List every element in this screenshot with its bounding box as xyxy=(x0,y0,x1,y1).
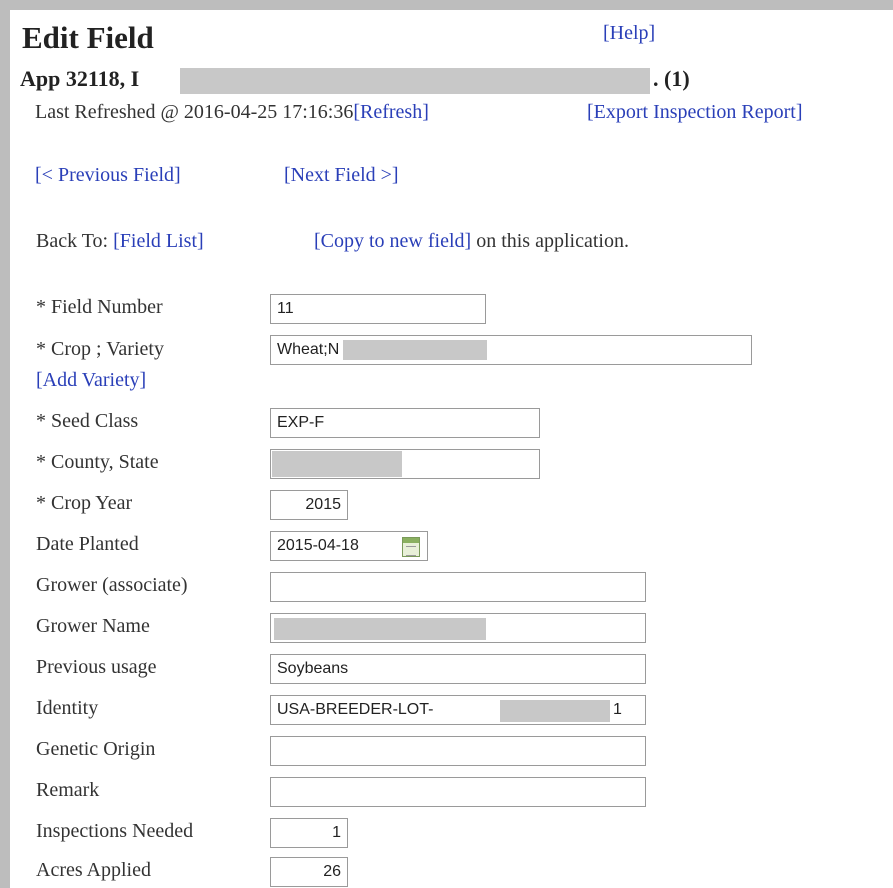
crop-variety-label: * Crop ; Variety xyxy=(36,338,164,360)
field-number-input[interactable]: 11 xyxy=(270,294,486,324)
export-inspection-report-link[interactable]: [Export Inspection Report] xyxy=(587,101,803,124)
seed-class-label: * Seed Class xyxy=(36,410,139,432)
grower-associate-label: Grower (associate) xyxy=(36,574,188,596)
county-state-label: * County, State xyxy=(36,451,159,473)
genetic-origin-input[interactable] xyxy=(270,736,646,766)
crop-variety-value: Wheat;N xyxy=(277,341,340,358)
identity-value-suffix: 1 xyxy=(613,701,622,718)
previous-field-link[interactable]: [< Previous Field] xyxy=(35,164,181,187)
remark-input[interactable] xyxy=(270,777,646,807)
back-to-line: Back To: [Field List] xyxy=(36,230,204,253)
acres-applied-label: Acres Applied xyxy=(36,859,151,881)
refresh-line: Last Refreshed @ 2016-04-25 17:16:36[Ref… xyxy=(35,101,429,124)
redacted-identity xyxy=(500,700,610,722)
genetic-origin-label: Genetic Origin xyxy=(36,738,156,760)
redacted-application-name xyxy=(180,68,650,94)
redacted-grower-name xyxy=(274,618,486,640)
redacted-variety xyxy=(343,340,487,360)
redacted-county-state xyxy=(272,451,402,477)
grower-associate-input[interactable] xyxy=(270,572,646,602)
seed-class-input[interactable]: EXP-F xyxy=(270,408,540,438)
grower-name-label: Grower Name xyxy=(36,615,150,637)
previous-usage-label: Previous usage xyxy=(36,656,157,678)
inspections-needed-input[interactable]: 1 xyxy=(270,818,348,848)
last-refreshed-text: Last Refreshed @ 2016-04-25 17:16:36 xyxy=(35,101,354,123)
identity-label: Identity xyxy=(36,697,99,719)
application-suffix: . (1) xyxy=(653,66,690,91)
inspections-needed-label: Inspections Needed xyxy=(36,820,194,842)
copy-to-new-field-link[interactable]: [Copy to new field] xyxy=(314,230,471,252)
field-list-link[interactable]: [Field List] xyxy=(113,230,204,252)
window-frame-left xyxy=(0,0,10,888)
acres-applied-input[interactable]: 26 xyxy=(270,857,348,887)
crop-year-label: * Crop Year xyxy=(36,492,133,514)
date-planted-label: Date Planted xyxy=(36,533,139,555)
previous-usage-input[interactable]: Soybeans xyxy=(270,654,646,684)
application-id: App 32118, I xyxy=(20,66,140,91)
page-title: Edit Field xyxy=(22,20,154,55)
window-frame-top xyxy=(0,0,893,10)
date-planted-value: 2015-04-18 xyxy=(277,537,359,554)
back-to-label: Back To: xyxy=(36,230,109,252)
identity-value-prefix: USA-BREEDER-LOT- xyxy=(277,701,434,718)
refresh-link[interactable]: [Refresh] xyxy=(353,101,429,123)
help-link[interactable]: [Help] xyxy=(603,22,655,45)
remark-label: Remark xyxy=(36,779,100,801)
field-number-label: * Field Number xyxy=(36,296,163,318)
crop-year-input[interactable]: 2015 xyxy=(270,490,348,520)
calendar-icon[interactable] xyxy=(402,537,420,557)
add-variety-link[interactable]: [Add Variety] xyxy=(36,369,146,392)
copy-line: [Copy to new field] on this application. xyxy=(314,230,629,253)
next-field-link[interactable]: [Next Field >] xyxy=(284,164,399,187)
copy-suffix-text: on this application. xyxy=(471,230,629,252)
application-heading: App 32118, I xyxy=(20,66,139,92)
